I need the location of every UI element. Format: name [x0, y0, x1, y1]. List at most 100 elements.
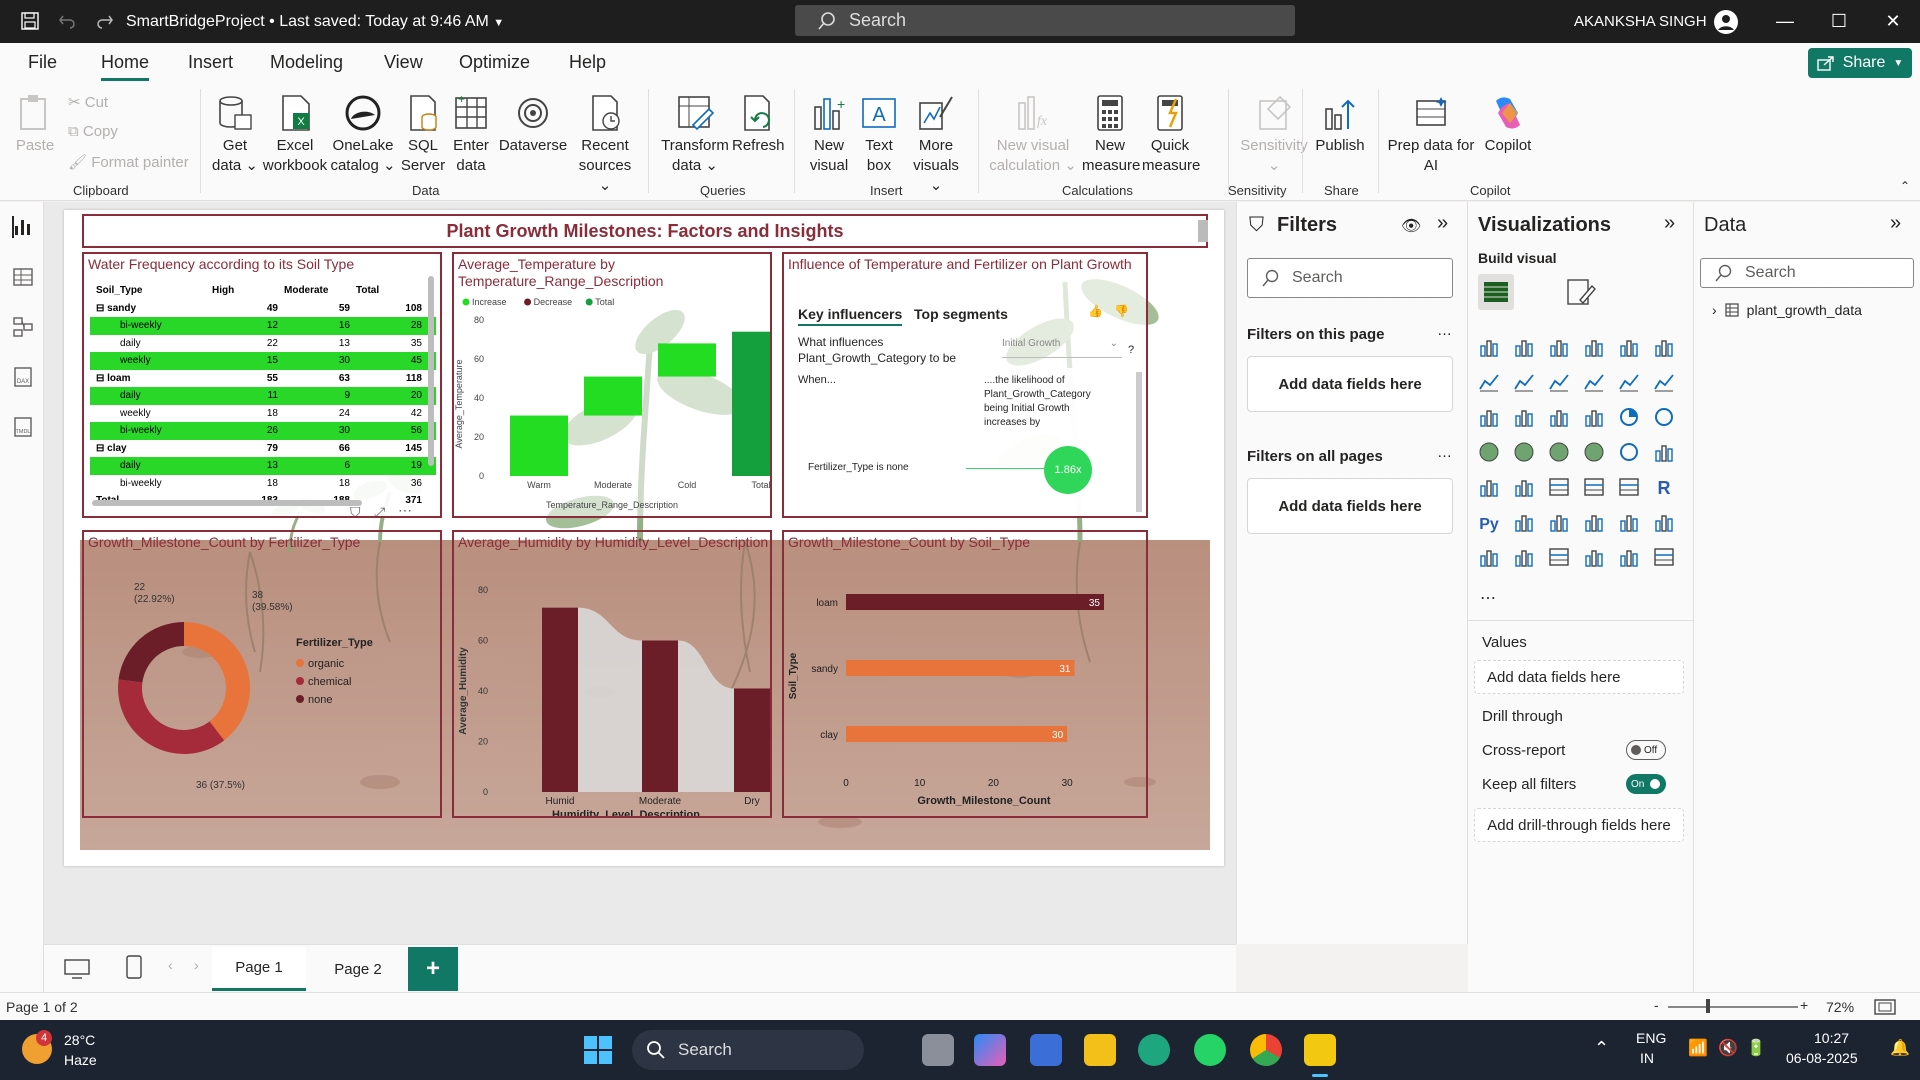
zoom-slider[interactable]: [1668, 1006, 1798, 1008]
new-visual-calculation-button[interactable]: fx New visual calculation ⌄: [988, 93, 1078, 176]
matrix-row[interactable]: bi-weekly 12 16 28: [90, 317, 436, 335]
window-title[interactable]: SmartBridgeProject • Last saved: Today a…: [126, 13, 504, 31]
next-page-icon[interactable]: ›: [194, 957, 199, 973]
line-chart-icon[interactable]: [1479, 374, 1499, 392]
matrix-visual-icon[interactable]: [1619, 478, 1639, 496]
volume-muted-icon[interactable]: 🔇: [1718, 1038, 1738, 1058]
more-options-icon[interactable]: ⋯: [398, 502, 412, 516]
collapse-data-icon[interactable]: »: [1890, 212, 1901, 235]
tab-top-segments[interactable]: Top segments: [914, 306, 1008, 322]
matrix-header-total[interactable]: Total: [354, 285, 426, 296]
r-visual-icon[interactable]: R: [1658, 478, 1671, 498]
matrix-header-moderate[interactable]: Moderate: [282, 285, 354, 296]
page-tab-2[interactable]: Page 2: [312, 947, 404, 991]
funnel-chart-icon[interactable]: [1550, 410, 1568, 427]
line-column-chart-icon[interactable]: [1619, 374, 1639, 392]
user-name[interactable]: AKANKSHA SINGH: [1574, 13, 1707, 30]
paginated-report-icon[interactable]: [1480, 550, 1498, 567]
dax-query-view-icon[interactable]: DAX: [12, 366, 34, 388]
refresh-button[interactable]: Refresh: [732, 93, 785, 156]
humidity-visual[interactable]: Average_Humidity by Humidity_Level_Descr…: [452, 530, 772, 818]
sql-server-button[interactable]: SQL Server: [400, 93, 446, 176]
matrix-visual[interactable]: Water Frequency according to its Soil Ty…: [82, 252, 442, 518]
soil-bar-visual[interactable]: Growth_Milestone_Count by Soil_Type loam…: [782, 530, 1148, 818]
publish-button[interactable]: Publish: [1310, 93, 1370, 156]
mobile-layout-icon[interactable]: [126, 955, 142, 979]
power-automate-icon[interactable]: [1620, 550, 1638, 567]
kpi-icon[interactable]: [1515, 480, 1533, 497]
battery-icon[interactable]: 🔋: [1746, 1038, 1766, 1058]
scatter-chart-icon[interactable]: [1585, 410, 1603, 427]
wifi-icon[interactable]: 📶: [1688, 1038, 1708, 1058]
help-icon[interactable]: ?: [1128, 344, 1134, 356]
key-influencers-visual[interactable]: Influence of Temperature and Fertilizer …: [782, 252, 1148, 518]
line-clustered-column-icon[interactable]: [1654, 374, 1674, 392]
matrix-row[interactable]: bi-weekly 26 30 56: [90, 422, 436, 440]
map-icon[interactable]: [1514, 442, 1534, 462]
recent-sources-button[interactable]: Recent sources ⌄: [572, 93, 638, 196]
close-button[interactable]: ✕: [1878, 8, 1908, 34]
format-painter-button[interactable]: 🖌 Format painter: [68, 153, 189, 171]
maximize-button[interactable]: ☐: [1824, 8, 1854, 34]
filter-icon[interactable]: ⛉: [350, 504, 361, 516]
donut-visual[interactable]: Growth_Milestone_Count by Fertilizer_Typ…: [82, 530, 442, 818]
filters-on-all-pages-well[interactable]: Add data fields here: [1247, 478, 1453, 534]
enter-data-button[interactable]: + Enter data: [448, 93, 494, 176]
table-visual-icon[interactable]: [1584, 478, 1604, 496]
power-apps-icon[interactable]: [1585, 550, 1603, 567]
multi-row-card-icon[interactable]: [1480, 480, 1498, 497]
previous-page-icon[interactable]: ‹: [168, 957, 173, 973]
slicer-icon[interactable]: [1549, 478, 1569, 496]
text-box-button[interactable]: A Text box: [856, 93, 902, 176]
tab-key-influencers[interactable]: Key influencers: [798, 306, 903, 326]
matrix-row[interactable]: ⊟ clay 79 66 145: [90, 440, 436, 458]
matrix-row[interactable]: daily 13 6 19: [90, 457, 436, 475]
share-button[interactable]: Share ▼: [1808, 48, 1912, 78]
gauge-icon[interactable]: [1620, 443, 1638, 461]
pie-chart-icon[interactable]: [1620, 408, 1638, 426]
matrix-row[interactable]: weekly 15 30 45: [90, 352, 436, 370]
copilot-taskbar-icon[interactable]: [974, 1034, 1006, 1066]
panel-scrollbar[interactable]: [1136, 372, 1142, 512]
100-bar-chart-icon[interactable]: [1620, 340, 1638, 357]
matrix-vertical-scrollbar[interactable]: [428, 276, 434, 466]
page-tab-1[interactable]: Page 1: [212, 947, 306, 991]
azure-map-icon[interactable]: [1584, 442, 1604, 462]
power-bi-icon[interactable]: [1304, 1034, 1336, 1066]
clustered-column-chart-icon[interactable]: [1585, 340, 1603, 357]
matrix-row[interactable]: weekly 18 24 42: [90, 405, 436, 423]
table-view-icon[interactable]: [12, 266, 34, 288]
taskbar-search[interactable]: Search: [632, 1030, 864, 1070]
save-icon[interactable]: [19, 10, 41, 32]
windows-start-icon[interactable]: [584, 1036, 612, 1064]
stacked-column-chart-icon[interactable]: [1515, 340, 1533, 357]
account-icon[interactable]: [1713, 9, 1739, 38]
redo-icon[interactable]: [94, 10, 116, 32]
clock-date[interactable]: 06-08-2025: [1786, 1050, 1858, 1066]
notification-bell-icon[interactable]: 🔔: [1890, 1038, 1910, 1058]
cut-button[interactable]: ✂ Cut: [68, 93, 108, 111]
desktop-layout-icon[interactable]: [64, 959, 90, 979]
more-visuals-icon[interactable]: ⋯: [1480, 588, 1496, 608]
zoom-slider-thumb[interactable]: [1706, 999, 1710, 1013]
tab-help[interactable]: Help: [569, 52, 606, 73]
filled-map-icon[interactable]: [1549, 442, 1569, 462]
matrix-header-high[interactable]: High: [210, 285, 282, 296]
drill-through-well[interactable]: Add drill-through fields here: [1474, 808, 1684, 842]
tab-home[interactable]: Home: [101, 52, 150, 81]
matrix-header-soil[interactable]: Soil_Type: [90, 285, 210, 296]
get-data-button[interactable]: Get data ⌄: [210, 93, 260, 176]
copy-button[interactable]: ⧉ Copy: [68, 123, 118, 140]
global-search-input[interactable]: Search: [795, 5, 1295, 36]
more-options-icon[interactable]: …: [1437, 322, 1452, 339]
matrix-row[interactable]: daily 22 13 35: [90, 335, 436, 353]
card-new-icon[interactable]: [1515, 550, 1533, 567]
keep-filters-toggle[interactable]: On: [1626, 774, 1666, 794]
undo-icon[interactable]: [56, 10, 78, 32]
influencer-value-bubble[interactable]: 1.86x: [1044, 446, 1092, 494]
data-table-item[interactable]: › plant_growth_data: [1712, 302, 1862, 318]
region-label[interactable]: IN: [1640, 1050, 1654, 1066]
chrome-icon[interactable]: [1250, 1034, 1282, 1066]
qa-icon[interactable]: [1585, 515, 1603, 532]
edge-icon[interactable]: [1138, 1034, 1170, 1066]
